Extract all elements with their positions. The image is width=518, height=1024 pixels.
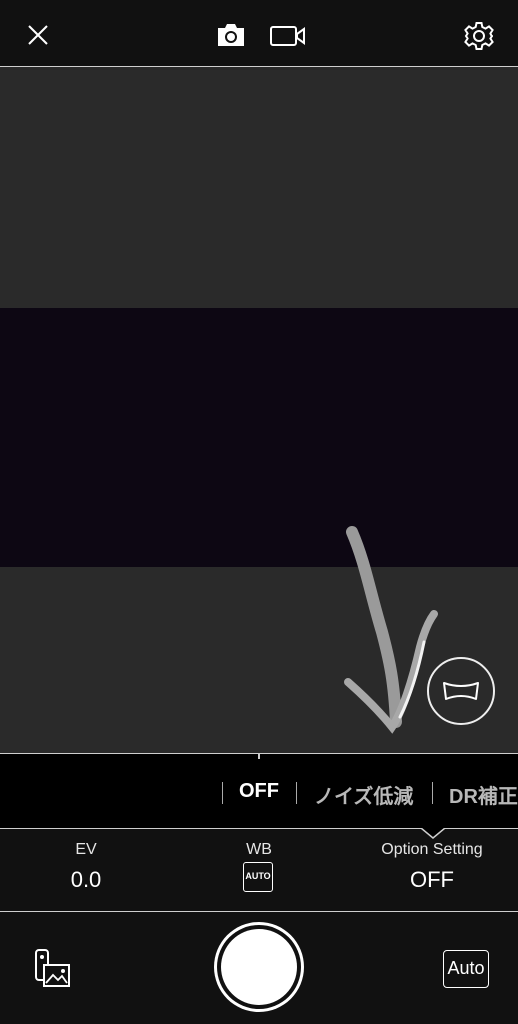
option-setting[interactable]: Option Setting OFF [362,829,502,913]
close-icon[interactable] [27,24,49,46]
wb-auto-badge: AUTO [243,862,273,892]
ev-label: EV [75,841,97,858]
shutter-button[interactable] [221,929,297,1005]
option-setting-value: OFF [410,867,454,892]
option-noise-reduction[interactable]: ノイズ低減 [314,780,413,809]
separator [296,782,297,804]
separator [222,782,223,804]
ev-value: 0.0 [70,867,102,892]
option-dr-correction[interactable]: DR補正 [449,780,518,809]
camera-icon[interactable] [215,22,247,48]
center-tick [258,753,260,759]
option-setting-label: Option Setting [381,841,483,858]
lens-correction-button[interactable] [427,657,495,725]
ev-setting[interactable]: EV 0.0 [26,829,146,913]
auto-mode-button[interactable]: Auto [443,950,489,988]
separator [432,782,433,804]
wb-label: WB [246,841,272,858]
option-strip[interactable]: OFF ノイズ低減 DR補正 [0,760,518,828]
option-off[interactable]: OFF [239,780,279,803]
camera-preview[interactable] [0,67,518,753]
top-bar [0,0,518,67]
panorama-lens-icon [443,682,479,700]
video-icon[interactable] [269,24,307,48]
gear-icon[interactable] [463,20,495,52]
gallery-icon[interactable] [34,948,72,990]
